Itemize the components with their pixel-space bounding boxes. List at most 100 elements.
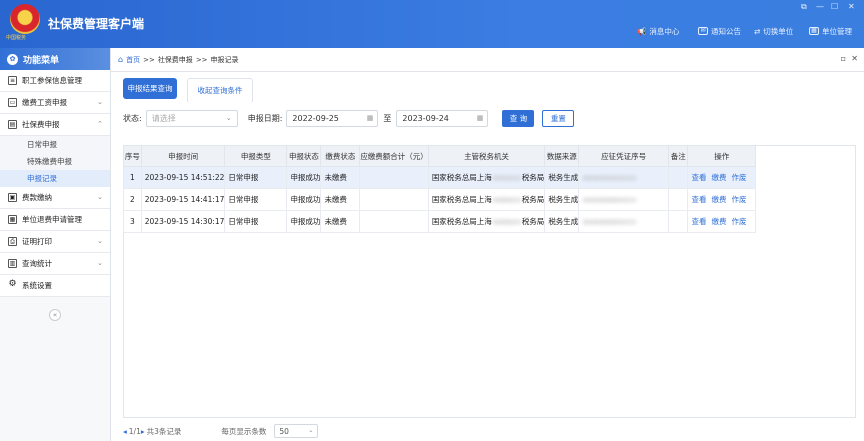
- table-header-row: 序号 申报时间 申报类型 申报状态 缴费状态 应缴费额合计（元） 主管税务机关 …: [123, 145, 756, 167]
- void-link[interactable]: 作废: [731, 217, 746, 226]
- sidebar-subitem-declaration-records[interactable]: 申报记录: [0, 170, 110, 187]
- pay-link[interactable]: 缴费: [711, 195, 726, 204]
- sidebar-item-certificate-print[interactable]: ⎙ 证明打印 ⌄: [0, 231, 110, 253]
- cell-source: 税务生成: [544, 166, 580, 189]
- sidebar-item-wage-declaration[interactable]: ▭ 缴费工资申报 ⌄: [0, 92, 110, 114]
- cell-pay-status: 未缴费: [320, 188, 361, 211]
- maximize-window-icon[interactable]: ☐: [831, 2, 838, 11]
- status-placeholder: 请选择: [151, 113, 176, 123]
- app-title: 社保费管理客户端: [48, 17, 145, 31]
- main-panel: ⌂ 首页 >> 社保费申报 >> 申报记录 ▫ ✕ 申报结果查询 收起查询条件 …: [111, 48, 864, 441]
- megaphone-icon: 📢: [637, 26, 647, 36]
- col-header-remark: 备注: [667, 145, 689, 167]
- cell-type: 日常申报: [224, 210, 288, 233]
- cell-declare-status: 申报成功: [286, 166, 322, 189]
- cell-time: 2023-09-15 14:30:17: [140, 210, 226, 233]
- chevron-down-icon: ⌄: [97, 98, 103, 106]
- sidebar-subitem-special-payment[interactable]: 特殊缴费申报: [0, 153, 110, 170]
- sidebar-item-system-settings[interactable]: ⚙ 系统设置: [0, 275, 110, 297]
- next-page-icon[interactable]: ▸: [141, 427, 145, 436]
- table-row[interactable]: 3 2023-09-15 14:30:17 日常申报 申报成功 未缴费 国家税务…: [123, 210, 756, 233]
- sidebar-item-employee-insurance[interactable]: ≡ 职工参保信息管理: [0, 70, 110, 92]
- home-icon[interactable]: ⌂: [118, 55, 123, 64]
- restore-window-icon[interactable]: ⧉: [801, 2, 807, 12]
- col-header-pay-status: 缴费状态: [320, 145, 361, 167]
- cell-pay-status: 未缴费: [320, 166, 361, 189]
- void-link[interactable]: 作废: [731, 173, 746, 182]
- sidebar-item-refund-management[interactable]: ▦ 单位退费申请管理: [0, 209, 110, 231]
- header-link-label: 消息中心: [649, 26, 680, 36]
- pay-link[interactable]: 缴费: [711, 217, 726, 226]
- header-link-notices[interactable]: ✉ 通知公告: [698, 25, 741, 37]
- mail-icon: ✉: [698, 27, 708, 35]
- table-row[interactable]: 2 2023-09-15 14:41:17 日常申报 申报成功 未缴费 国家税务…: [123, 188, 756, 211]
- chevron-down-icon: ⌄: [97, 193, 103, 201]
- header-link-unit-manage[interactable]: ▦ 单位管理: [809, 25, 852, 37]
- wallet-icon: ▭: [8, 98, 17, 107]
- date-from-input[interactable]: 2022-09-25 ▦: [286, 109, 379, 127]
- sidebar-item-query-statistics[interactable]: ▥ 查询统计 ⌄: [0, 253, 110, 275]
- close-window-icon[interactable]: ✕: [848, 2, 855, 11]
- cell-amount: [359, 188, 429, 211]
- tax-office-part-a: 国家税务总局上海: [431, 217, 492, 226]
- records-table: 序号 申报时间 申报类型 申报状态 缴费状态 应缴费额合计（元） 主管税务机关 …: [123, 145, 756, 233]
- date-to-input[interactable]: 2023-09-24 ▦: [396, 109, 489, 127]
- redacted-blur: [582, 197, 638, 203]
- chevron-down-icon: ⌄: [97, 237, 103, 245]
- cell-tax-office: 国家税务总局上海 税务局: [427, 210, 546, 233]
- void-link[interactable]: 作废: [731, 195, 746, 204]
- sidebar-item-social-declaration[interactable]: ▤ 社保费申报 ⌃: [0, 114, 110, 136]
- list-icon: ≡: [8, 76, 17, 85]
- view-link[interactable]: 查看: [691, 217, 706, 226]
- view-link[interactable]: 查看: [691, 195, 706, 204]
- per-page-label: 每页显示条数: [221, 426, 267, 436]
- sidebar-item-label: 系统设置: [22, 281, 52, 290]
- tab-restore-icon[interactable]: ▫: [841, 54, 846, 63]
- cell-source: 税务生成: [544, 210, 580, 233]
- tab-collapse-conditions[interactable]: 收起查询条件: [187, 78, 253, 102]
- date-label: 申报日期:: [247, 113, 283, 123]
- tax-office-part-b: 税务局: [521, 195, 545, 204]
- cell-operations: 查看 缴费 作废: [687, 210, 756, 233]
- breadcrumb: ⌂ 首页 >> 社保费申报 >> 申报记录: [111, 48, 864, 72]
- header-link-switch-unit[interactable]: ⇄ 切换单位: [754, 25, 793, 37]
- status-select[interactable]: 请选择 ⌄: [145, 109, 238, 127]
- payment-icon: ▣: [8, 193, 17, 202]
- col-header-declare-status: 申报状态: [286, 145, 322, 167]
- breadcrumb-level1[interactable]: 社保费申报: [158, 55, 193, 65]
- sidebar-item-label: 费款缴纳: [22, 193, 52, 202]
- cell-tax-office: 国家税务总局上海 税务局: [427, 188, 546, 211]
- gear-icon: ⚙: [8, 279, 17, 289]
- pay-link[interactable]: 缴费: [711, 173, 726, 182]
- calendar-icon: ▦: [476, 113, 484, 122]
- query-button[interactable]: 查 询: [502, 109, 535, 127]
- header-link-label: 单位管理: [822, 26, 852, 36]
- tax-office-part-a: 国家税务总局上海: [431, 173, 492, 182]
- view-link[interactable]: 查看: [691, 173, 706, 182]
- close-tab-icon[interactable]: ✕: [851, 54, 858, 63]
- minimize-window-icon[interactable]: —: [816, 2, 824, 11]
- breadcrumb-level2: 申报记录: [210, 55, 239, 64]
- table-row[interactable]: 1 2023-09-15 14:51:22 日常申报 申报成功 未缴费 国家税务…: [123, 166, 756, 189]
- date-to-label: 至: [383, 113, 392, 123]
- chevron-down-icon: ⌄: [225, 113, 232, 122]
- per-page-select[interactable]: 50 ⌄: [274, 424, 319, 438]
- cell-pay-status: 未缴费: [320, 210, 361, 233]
- status-label: 状态:: [123, 113, 142, 123]
- sidebar-item-fee-payment[interactable]: ▣ 费款缴纳 ⌄: [0, 187, 110, 209]
- cell-no: 2: [123, 188, 142, 211]
- tab-result-query[interactable]: 申报结果查询: [123, 78, 177, 99]
- sidebar: ✿ 功能菜单 ≡ 职工参保信息管理 ▭ 缴费工资申报 ⌄ ▤ 社保费申报 ⌃ 日…: [0, 48, 111, 441]
- redacted-blur: [491, 175, 522, 181]
- cell-no: 1: [123, 166, 142, 189]
- header-link-messages[interactable]: 📢 消息中心: [637, 25, 679, 37]
- sidebar-collapse-button[interactable]: «: [49, 309, 61, 321]
- sidebar-subitem-daily-declaration[interactable]: 日常申报: [0, 136, 110, 153]
- reset-button[interactable]: 重置: [542, 109, 575, 127]
- breadcrumb-home[interactable]: 首页: [126, 55, 140, 65]
- header-link-label: 通知公告: [711, 26, 741, 36]
- prev-page-icon[interactable]: ◂: [123, 427, 127, 436]
- redacted-blur: [582, 175, 638, 181]
- col-header-amount: 应缴费额合计（元）: [359, 145, 429, 167]
- tax-office-part-b: 税务局: [521, 173, 545, 182]
